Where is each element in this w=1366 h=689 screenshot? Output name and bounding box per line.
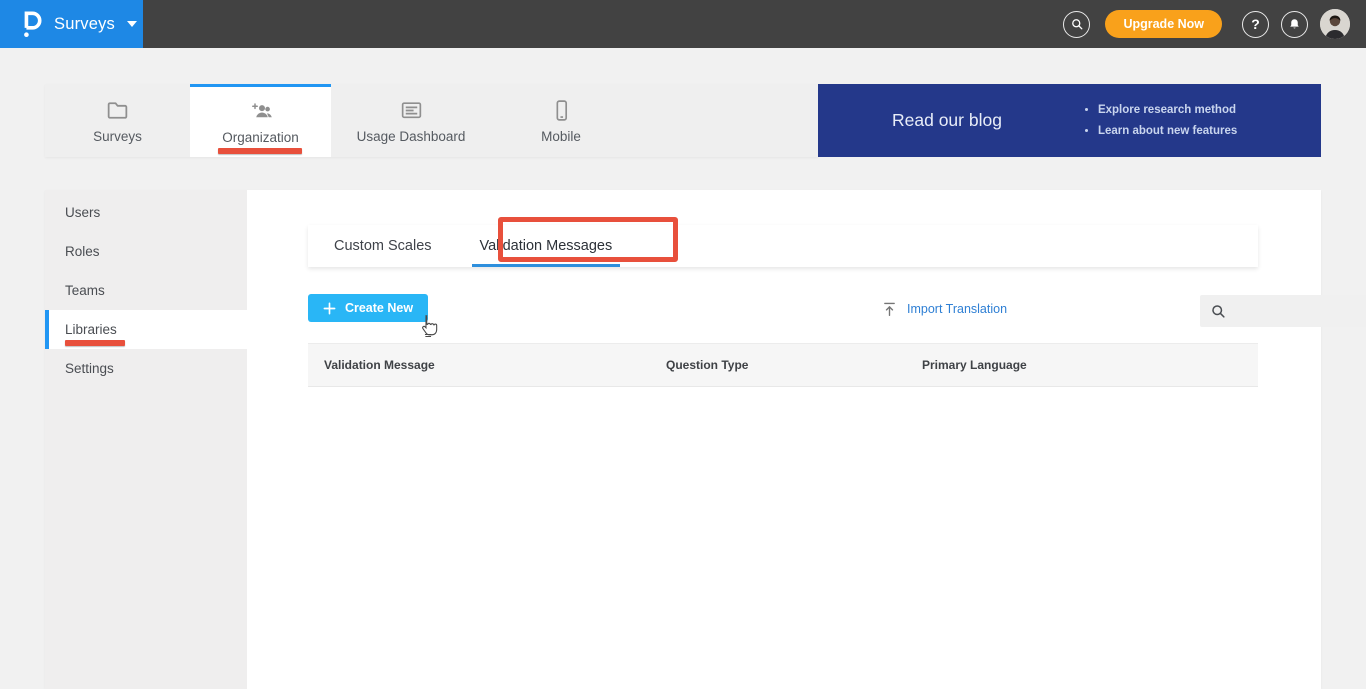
annotation-underline-organization (218, 148, 302, 154)
sidebar-item-teams[interactable]: Teams (45, 271, 247, 310)
tab-label: Custom Scales (334, 238, 432, 254)
annotation-underline-libraries (65, 340, 125, 346)
banner-title: Read our blog (892, 110, 1002, 130)
sidebar-item-users[interactable]: Users (45, 193, 247, 232)
plus-icon (323, 302, 336, 315)
import-translation-label: Import Translation (907, 302, 1008, 316)
nav-tab-label: Mobile (541, 128, 581, 144)
upload-icon (881, 300, 898, 318)
create-new-button[interactable]: Create New (308, 294, 428, 322)
table-search-input[interactable] (1235, 295, 1366, 327)
create-new-label: Create New (344, 301, 414, 315)
content-panel: Custom Scales Validation Messages Create… (247, 190, 1366, 689)
active-tab-indicator (471, 264, 621, 267)
content-tabs: Custom Scales Validation Messages (308, 217, 1258, 267)
tab-label: Validation Messages (479, 238, 613, 254)
table-header-row: Validation Message Question Type Primary… (308, 343, 1258, 387)
nav-tab-label: Surveys (93, 128, 142, 144)
sidebar-item-label: Teams (65, 283, 105, 298)
product-switcher[interactable]: Surveys (0, 0, 143, 48)
sidebar: Users Roles Teams Libraries Settings (45, 190, 247, 689)
sidebar-item-settings[interactable]: Settings (45, 349, 247, 388)
add-people-icon (248, 99, 274, 124)
search-icon (1069, 16, 1085, 32)
banner-bullet: Learn about new features (1098, 121, 1237, 142)
import-translation-link[interactable]: Import Translation (881, 300, 1007, 318)
global-search-button[interactable] (1063, 10, 1091, 38)
notifications-button[interactable] (1281, 10, 1308, 38)
dashboard-icon (399, 98, 424, 123)
questionpro-logo-icon (20, 8, 44, 40)
table-search (1200, 295, 1366, 327)
main-card: Users Roles Teams Libraries Settings Cus… (45, 190, 1366, 689)
sidebar-item-libraries[interactable]: Libraries (45, 310, 247, 349)
avatar[interactable] (1320, 9, 1350, 39)
help-button[interactable]: ? (1242, 10, 1269, 38)
mobile-icon (549, 98, 574, 123)
question-mark-icon: ? (1251, 16, 1260, 32)
tab-custom-scales[interactable]: Custom Scales (310, 225, 456, 267)
column-header-primary-language: Primary Language (922, 358, 1027, 372)
table-body-empty (308, 388, 1258, 678)
column-header-validation-message: Validation Message (324, 358, 435, 372)
tab-validation-messages[interactable]: Validation Messages (456, 225, 637, 267)
topbar-actions: Upgrade Now ? (1063, 0, 1350, 48)
bell-icon (1287, 17, 1302, 32)
banner-bullet: Explore research method (1098, 100, 1237, 121)
topbar: Surveys Upgrade Now ? (0, 0, 1366, 48)
sidebar-item-label: Roles (65, 244, 100, 259)
column-header-question-type: Question Type (666, 358, 749, 372)
folder-icon (105, 98, 130, 123)
nav-tab-usage-dashboard[interactable]: Usage Dashboard (331, 84, 491, 157)
product-label: Surveys (54, 14, 116, 33)
primary-nav: Surveys Organization Usage Dashboard Mob… (45, 84, 818, 157)
nav-tab-mobile[interactable]: Mobile (491, 84, 631, 157)
banner-bullet-list: Explore research method Learn about new … (1098, 100, 1237, 142)
nav-tab-surveys[interactable]: Surveys (45, 84, 190, 157)
upgrade-now-button[interactable]: Upgrade Now (1105, 10, 1222, 38)
blog-banner[interactable]: Read our blog Explore research method Le… (818, 84, 1321, 157)
nav-tab-label: Usage Dashboard (356, 128, 466, 144)
sidebar-item-roles[interactable]: Roles (45, 232, 247, 271)
sidebar-item-label: Settings (65, 361, 114, 376)
nav-tab-organization[interactable]: Organization (190, 84, 331, 157)
sidebar-item-label: Users (65, 205, 101, 220)
sidebar-item-label: Libraries (65, 322, 117, 337)
search-icon (1210, 303, 1227, 320)
chevron-down-icon (127, 21, 138, 27)
nav-tab-label: Organization (222, 130, 299, 145)
